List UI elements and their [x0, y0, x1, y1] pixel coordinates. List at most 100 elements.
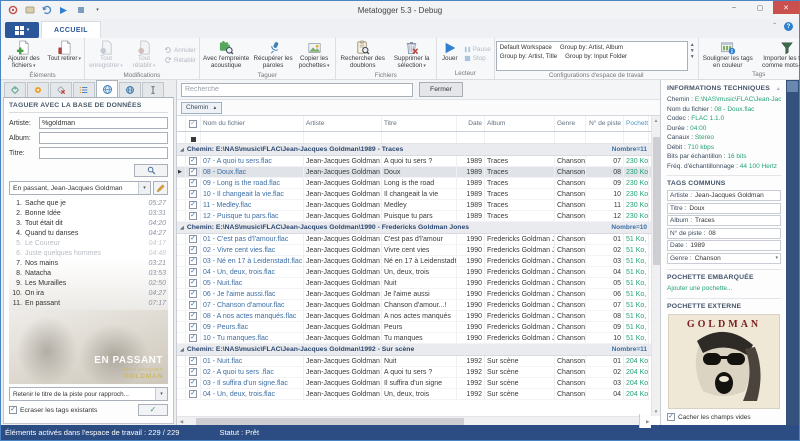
expander-icon[interactable]: ◢ — [180, 225, 184, 231]
filter-checkbox[interactable] — [186, 132, 201, 143]
filter-cell-artist[interactable] — [304, 132, 382, 143]
track-row[interactable]: 11.En passant07:17 — [9, 298, 168, 308]
play-button[interactable]: Jouer — [438, 39, 462, 69]
undo-icon[interactable] — [40, 4, 53, 16]
scroll-up-icon[interactable]: ▲ — [654, 116, 658, 125]
group-header-row[interactable]: ◢Chemin: E:\NAS\music\FLAC\Jean-Jacques … — [177, 222, 651, 234]
file-row[interactable]: 03 - Il suffira d'un signe.flacJean-Jacq… — [177, 378, 651, 389]
expander-icon[interactable]: ◢ — [180, 347, 184, 353]
file-row[interactable]: 10 - Il changeait la vie.flacJean-Jacque… — [177, 189, 651, 200]
scroll-down-icon[interactable]: ▼ — [654, 407, 658, 416]
row-checkbox[interactable] — [186, 211, 201, 221]
right-dock-strip[interactable] — [786, 80, 799, 425]
row-checkbox[interactable] — [186, 311, 201, 321]
restore-all-button[interactable]: Tout rétablir▾ — [126, 39, 162, 71]
title-field[interactable] — [39, 147, 168, 159]
row-checkbox[interactable] — [186, 356, 201, 366]
underline-tags-button[interactable]: Souligner les tags en couleur — [700, 39, 756, 70]
file-row[interactable]: 07 - A quoi tu sers.flacJean-Jacques Gol… — [177, 156, 651, 167]
play-icon[interactable] — [57, 4, 70, 16]
find-duplicates-button[interactable]: Rechercher des doublons — [337, 39, 389, 71]
tag-field[interactable]: N° de piste :08 — [667, 228, 781, 239]
row-checkbox[interactable] — [186, 200, 201, 210]
scroll-left-icon[interactable]: ◀ — [177, 417, 186, 426]
row-checkbox[interactable] — [186, 267, 201, 277]
match-mode-combo[interactable]: Retenir le titre de la piste pour rappro… — [9, 387, 168, 401]
import-tags-keywords-button[interactable]: Importer les tags comme mots-clés — [756, 39, 800, 70]
artist-field[interactable] — [39, 117, 168, 129]
grid-filter-row[interactable] — [177, 132, 651, 144]
file-row[interactable]: 08 - A nos actes manqués.flacJean-Jacque… — [177, 311, 651, 322]
column-header-album[interactable]: Album — [485, 116, 555, 131]
file-row[interactable]: ▶08 - Doux.flacJean-Jacques GoldmanDoux1… — [177, 167, 651, 178]
row-checkbox[interactable] — [186, 322, 201, 332]
select-all-checkbox[interactable] — [186, 116, 201, 131]
column-header-artist[interactable]: Artiste — [304, 116, 382, 131]
tab-text-tool[interactable] — [142, 82, 164, 97]
row-checkbox[interactable] — [186, 156, 201, 166]
group-by-chip[interactable]: Chemin ▲ — [181, 102, 222, 114]
application-menu-button[interactable]: ▾ — [5, 22, 39, 38]
tag-field[interactable]: Titre :Doux — [667, 203, 781, 214]
scroll-right-icon[interactable]: ▶ — [639, 414, 651, 428]
file-row[interactable]: 02 - A quoi tu sers .flacJean-Jacques Go… — [177, 367, 651, 378]
expand-icon[interactable]: ▼ — [690, 54, 695, 60]
library-icon[interactable] — [23, 4, 36, 16]
maximize-button[interactable]: ▢ — [747, 1, 773, 14]
qat-customize-dropdown[interactable]: ▾ — [91, 4, 104, 16]
row-checkbox[interactable] — [186, 256, 201, 266]
track-row[interactable]: 9.Les Murailles02:50 — [9, 278, 168, 288]
workspace-item[interactable]: Group by: Input Folder — [565, 53, 627, 60]
row-checkbox[interactable] — [186, 167, 201, 177]
filter-cell-file[interactable] — [201, 132, 304, 143]
get-lyrics-button[interactable]: Récupérer les paroles — [252, 39, 295, 71]
tab-accueil[interactable]: ACCUEIL — [41, 21, 101, 38]
file-row[interactable]: 07 - Chanson d'amour.flacJean-Jacques Go… — [177, 300, 651, 311]
app-logo-icon[interactable] — [6, 4, 19, 16]
tag-field[interactable]: Genre :Chanson▾ — [667, 253, 781, 264]
file-row[interactable]: 04 - Un, deux, trois.flacJean-Jacques Go… — [177, 267, 651, 278]
close-search-button[interactable]: Fermer — [419, 82, 463, 97]
row-checkbox[interactable] — [186, 300, 201, 310]
workspace-item[interactable]: Group by: Artist, Album — [560, 44, 623, 51]
undo-button[interactable]: Annuler — [164, 46, 196, 54]
row-checkbox[interactable] — [186, 278, 201, 288]
delete-selection-button[interactable]: Supprimer la sélection▾ — [389, 39, 435, 71]
file-row[interactable]: 02 - Vivre cent vies.flacJean-Jacques Go… — [177, 245, 651, 256]
remove-all-button[interactable]: Tout retirer▾ — [45, 39, 83, 71]
column-header-file[interactable]: Nom du fichier — [201, 116, 304, 131]
release-combo[interactable]: En passant, Jean-Jacques Goldman ▾ — [9, 181, 151, 195]
search-input[interactable] — [181, 83, 413, 97]
column-header-genre[interactable]: Genre — [555, 116, 586, 131]
pause-button[interactable]: Pause — [464, 46, 491, 53]
column-header-cover[interactable]: Pochettes — [624, 116, 649, 131]
ribbon-collapse-icon[interactable]: ˆ — [773, 22, 776, 31]
file-row[interactable]: 03 - Né en 17 à Leidenstadt.flacJean-Jac… — [177, 256, 651, 267]
vertical-scrollbar-thumb[interactable] — [653, 137, 660, 265]
track-row[interactable]: 10.On ira04:27 — [9, 288, 168, 298]
minimize-button[interactable]: – — [721, 1, 747, 14]
workspace-list[interactable]: Default WorkspaceGroup by: Artist, Album… — [496, 41, 688, 71]
track-row[interactable]: 3.Tout était dit04:20 — [9, 218, 168, 228]
group-header-row[interactable]: ◢Chemin: E:\NAS\music\FLAC\Jean-Jacques … — [177, 144, 651, 156]
tab-database-tagging[interactable] — [96, 80, 118, 97]
tab-web-tool[interactable] — [119, 82, 141, 97]
file-row[interactable]: 01 - C'est pas d'l'amour.flacJean-Jacque… — [177, 234, 651, 245]
row-checkbox[interactable] — [186, 367, 201, 377]
file-row[interactable]: 12 - Puisque tu pars.flacJean-Jacques Go… — [177, 211, 651, 222]
hide-empty-fields-checkbox[interactable] — [667, 413, 675, 421]
filter-cell-date[interactable] — [457, 132, 485, 143]
column-header-track[interactable]: N° de piste — [586, 116, 624, 131]
filter-cell-cover[interactable] — [624, 132, 649, 143]
collapse-icon[interactable]: ▲ — [776, 86, 781, 92]
track-row[interactable]: 1.Sache que je05:27 — [9, 198, 168, 208]
chevron-down-icon[interactable]: ▾ — [775, 255, 778, 261]
copy-covers-button[interactable]: Copier les pochettes▾ — [295, 39, 334, 71]
track-row[interactable]: 5.Le Coureur04:17 — [9, 238, 168, 248]
database-search-button[interactable] — [134, 164, 168, 177]
file-row[interactable]: 04 - Un, deux, trois.flacJean-Jacques Go… — [177, 389, 651, 400]
column-header-title[interactable]: Titre — [382, 116, 457, 131]
filter-cell-track[interactable] — [586, 132, 624, 143]
stop-icon[interactable] — [74, 4, 87, 16]
column-header-date[interactable]: Date — [457, 116, 485, 131]
